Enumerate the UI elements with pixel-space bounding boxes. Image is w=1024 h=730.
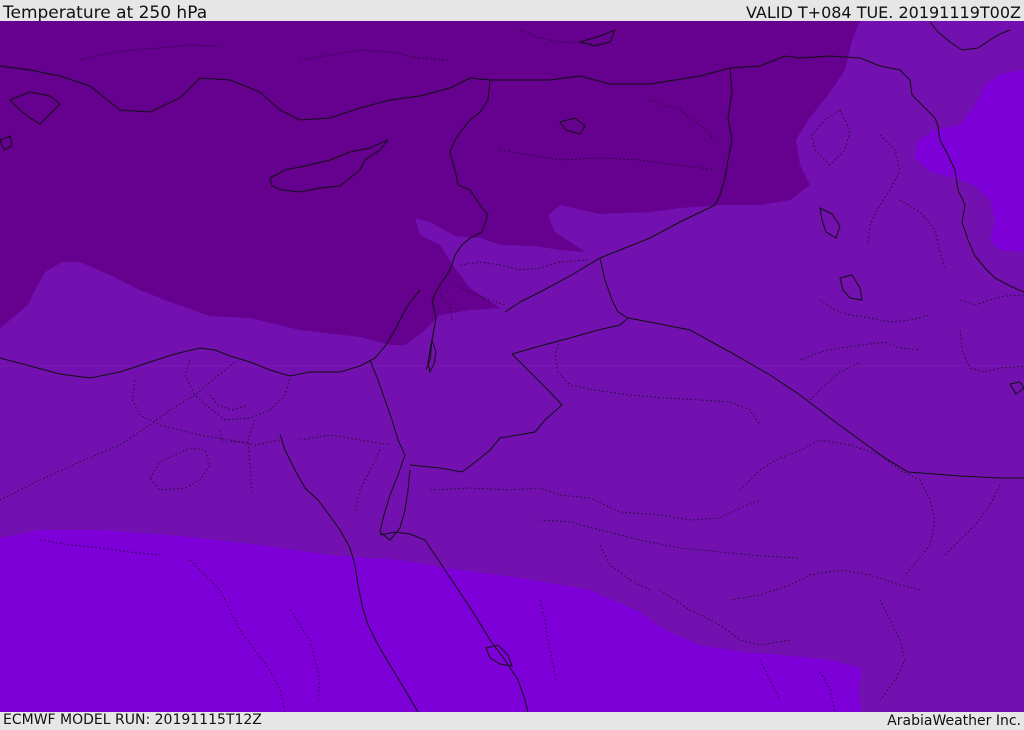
valid-time-label: VALID T+084 TUE. 20191119T00Z: [745, 3, 1021, 22]
temperature-map[interactable]: [0, 21, 1024, 712]
map-title: Temperature at 250 hPa: [3, 3, 208, 23]
footer-bar: ECMWF MODEL RUN: 20191115T12Z ArabiaWeat…: [0, 712, 1024, 729]
model-run-label: ECMWF MODEL RUN: 20191115T12Z: [3, 712, 262, 728]
header-bar: Temperature at 250 hPa VALID T+084 TUE. …: [0, 0, 1024, 23]
credit-label: ArabiaWeather Inc.: [887, 713, 1021, 729]
